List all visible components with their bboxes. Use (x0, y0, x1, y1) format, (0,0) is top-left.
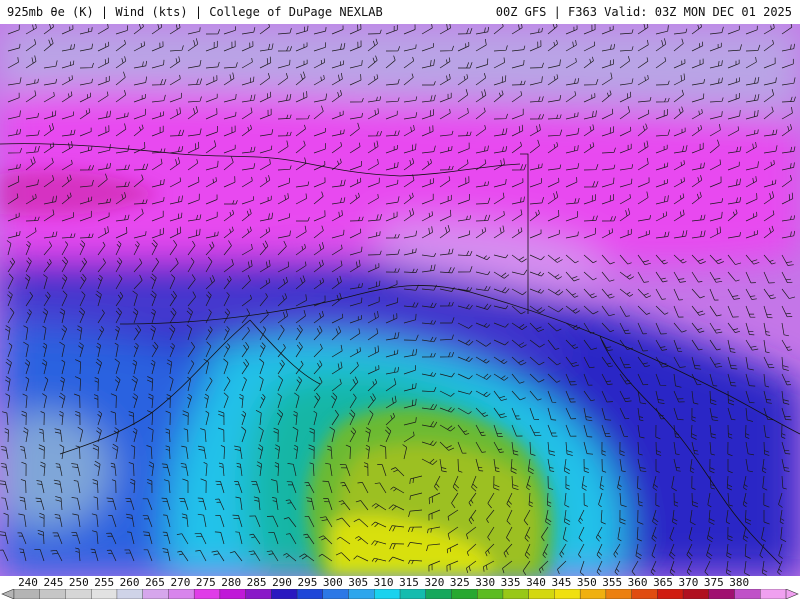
legend-tick-labels: 240 245 250 255 260 265 270 275 280 285 290 295 300 3… (0, 576, 800, 588)
legend-color-swatch (116, 589, 144, 599)
legend-color-swatch (399, 589, 427, 599)
product-title: 925mb θe (K) | Wind (kts) | College of D… (7, 5, 383, 19)
model-run-info: 00Z GFS | F363 Valid: 03Z MON DEC 01 202… (495, 5, 792, 19)
legend-color-swatch (528, 589, 555, 599)
legend-color-swatch (554, 589, 581, 599)
legend-color-swatch (708, 589, 736, 599)
legend-color-swatch (65, 589, 92, 599)
legend-color-swatch (579, 589, 607, 599)
legend-color-swatch (168, 589, 195, 599)
legend-color-swatch (682, 589, 710, 599)
legend-color-swatch (657, 589, 684, 599)
legend-color-swatch (631, 589, 658, 599)
header-bar: 925mb θe (K) | Wind (kts) | College of D… (0, 0, 800, 24)
legend-color-swatch (734, 589, 761, 599)
legend-color-swatch (90, 589, 118, 599)
legend-color-swatch (271, 589, 298, 599)
legend-color-swatch (13, 589, 41, 599)
legend-color-swatch (322, 589, 350, 599)
legend-color-swatch (39, 589, 66, 599)
color-scale-legend: 240 245 250 255 260 265 270 275 280 285 290 295 300 3… (0, 576, 800, 600)
legend-color-swatch (502, 589, 530, 599)
legend-color-swatch (142, 589, 169, 599)
legend-color-swatch (374, 589, 401, 599)
legend-color-swatch (348, 589, 375, 599)
legend-color-swatch (451, 589, 478, 599)
legend-color-swatch (425, 589, 452, 599)
legend-color-swatch (193, 589, 221, 599)
legend-color-bar (1, 589, 799, 599)
legend-arrow-low (1, 589, 15, 599)
legend-color-swatch (605, 589, 633, 599)
legend-color-swatch (296, 589, 324, 599)
legend-arrow-high (785, 589, 799, 599)
legend-color-swatch (760, 589, 787, 599)
theta-e-wind-map (0, 24, 800, 576)
legend-color-swatch (245, 589, 272, 599)
legend-tick-label: 380 (729, 576, 750, 589)
legend-color-swatch (477, 589, 504, 599)
legend-color-swatch (219, 589, 247, 599)
